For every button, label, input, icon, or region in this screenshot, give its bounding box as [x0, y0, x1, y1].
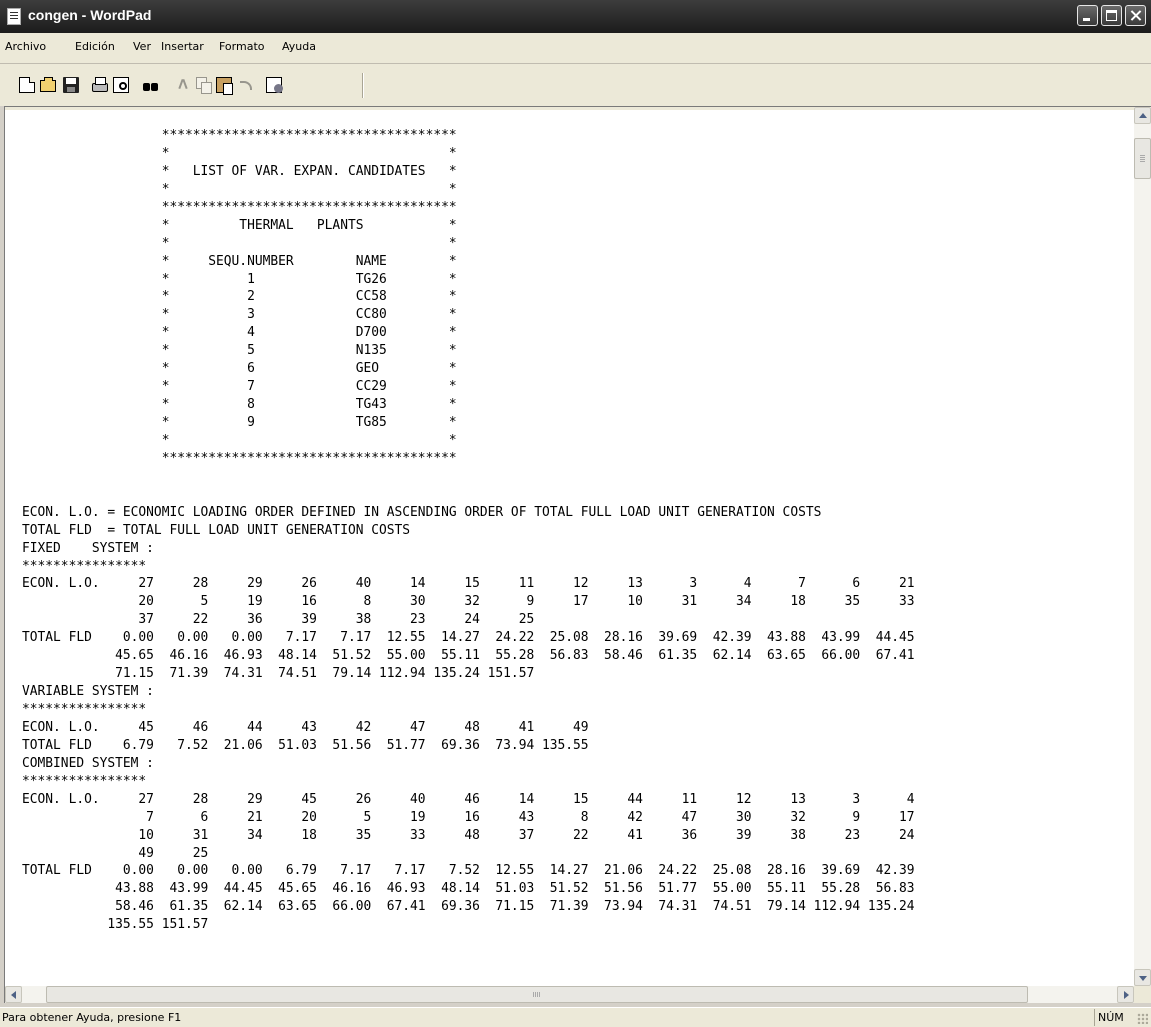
document-line: 20 5 19 16 8 30 32 9 17 10 31 34 18 35 3…: [22, 594, 915, 610]
document-top-edge: [5, 107, 1134, 110]
document-line: 71.15 71.39 74.31 74.51 79.14 112.94 135…: [22, 666, 535, 682]
document-line: ECON. L.O. 27 28 29 26 40 14 15 11 12 13…: [22, 576, 915, 592]
document-line: * 3 CC80 *: [22, 307, 457, 323]
document-line: 135.55 151.57: [22, 917, 209, 933]
document-line: 37 22 36 39 38 23 24 25: [22, 612, 535, 628]
document-line: * LIST OF VAR. EXPAN. CANDIDATES *: [22, 163, 457, 179]
document-line: * *: [22, 181, 457, 197]
document-line: ****************: [22, 702, 147, 717]
document-line: * *: [22, 235, 457, 251]
menu-archivo[interactable]: Archivo: [5, 40, 46, 53]
paste-icon[interactable]: [216, 77, 233, 95]
insert-object-icon[interactable]: [266, 77, 283, 93]
toolbar-separator: [362, 73, 364, 98]
document-line: VARIABLE SYSTEM :: [22, 684, 154, 700]
toolbar: [0, 63, 1151, 106]
document-line: TOTAL FLD 0.00 0.00 0.00 7.17 7.17 12.55…: [22, 630, 915, 646]
document-line: 45.65 46.16 46.93 48.14 51.52 55.00 55.1…: [22, 648, 915, 664]
document-line: ****************: [22, 773, 147, 789]
scrollbar-corner: [1134, 986, 1151, 1003]
document-line: * *: [22, 145, 457, 161]
document-line: TOTAL FLD 0.00 0.00 0.00 6.79 7.17 7.17 …: [22, 863, 915, 879]
horizontal-scroll-thumb[interactable]: [46, 986, 1028, 1003]
scroll-right-arrow-icon[interactable]: [1117, 986, 1134, 1003]
scroll-down-arrow-icon[interactable]: [1134, 969, 1151, 986]
document-line: ****************: [22, 558, 147, 574]
document-line: TOTAL FLD 6.79 7.52 21.06 51.03 51.56 51…: [22, 737, 589, 753]
vertical-scroll-thumb[interactable]: [1134, 138, 1151, 179]
document-line: TOTAL FLD = TOTAL FULL LOAD UNIT GENERAT…: [22, 522, 411, 538]
maximize-button[interactable]: [1101, 5, 1122, 26]
document-line: 43.88 43.99 44.45 45.65 46.16 46.93 48.1…: [22, 881, 915, 897]
print-preview-icon[interactable]: [113, 77, 129, 93]
document-line: * 6 GEO *: [22, 361, 457, 377]
document-line: 7 6 21 20 5 19 16 43 8 42 47 30 32 9 17: [22, 809, 915, 825]
scroll-up-arrow-icon[interactable]: [1134, 107, 1151, 124]
document-line: * SEQU.NUMBER NAME *: [22, 253, 457, 269]
document-line: * 9 TG85 *: [22, 415, 457, 430]
num-lock-indicator: NÚM: [1098, 1011, 1124, 1024]
document-line: ECON. L.O. 45 46 44 43 42 47 48 41 49: [22, 719, 589, 735]
title-bar[interactable]: congen - WordPad: [0, 0, 1151, 33]
status-bar: Para obtener Ayuda, presione F1 NÚM: [0, 1007, 1151, 1027]
menu-formato[interactable]: Formato: [219, 40, 265, 53]
document-line: FIXED SYSTEM :: [22, 540, 154, 556]
resize-grip-icon[interactable]: [1137, 1013, 1148, 1024]
document-line: * THERMAL PLANTS *: [22, 217, 457, 233]
document-line: **************************************: [22, 199, 457, 215]
window-title: congen - WordPad: [28, 7, 152, 23]
find-binoculars-icon[interactable]: [143, 77, 159, 93]
document-line: 10 31 34 18 35 33 48 37 22 41 36 39 38 2…: [22, 827, 915, 843]
wordpad-window: congen - WordPad Archivo Edición Ver Ins…: [0, 0, 1151, 1027]
document-line: **************************************: [22, 128, 457, 143]
copy-icon[interactable]: [196, 77, 212, 94]
menu-ver[interactable]: Ver: [133, 40, 151, 53]
print-icon[interactable]: [92, 77, 108, 92]
document-line: * 5 N135 *: [22, 343, 457, 359]
document-line: * 2 CC58 *: [22, 289, 457, 305]
new-document-icon[interactable]: [19, 77, 35, 93]
undo-icon[interactable]: [238, 77, 254, 93]
status-help-text: Para obtener Ayuda, presione F1: [2, 1011, 182, 1024]
menu-insertar[interactable]: Insertar: [161, 40, 204, 53]
open-folder-icon[interactable]: [40, 77, 56, 92]
minimize-button[interactable]: [1077, 5, 1098, 26]
menu-bar: Archivo Edición Ver Insertar Formato Ayu…: [0, 33, 1151, 63]
close-button[interactable]: [1125, 5, 1146, 26]
scroll-left-arrow-icon[interactable]: [5, 986, 22, 1003]
document-line: * *: [22, 432, 457, 448]
document-frame: ************************************** *…: [4, 106, 1151, 1003]
document-text-area[interactable]: ************************************** *…: [22, 127, 1132, 983]
menu-edicion[interactable]: Edición: [75, 40, 115, 53]
vertical-scrollbar[interactable]: [1134, 107, 1151, 986]
document-line: COMBINED SYSTEM :: [22, 755, 154, 771]
document-line: 49 25: [22, 845, 209, 861]
document-line: * 7 CC29 *: [22, 379, 457, 395]
document-line: [22, 468, 1132, 486]
document-line: * 1 TG26 *: [22, 271, 457, 287]
wordpad-document-icon[interactable]: [7, 8, 21, 25]
document-line: ECON. L.O. 27 28 29 45 26 40 46 14 15 44…: [22, 791, 915, 807]
horizontal-scrollbar[interactable]: [5, 986, 1134, 1003]
document-line: * 4 D700 *: [22, 325, 457, 341]
document-line: 58.46 61.35 62.14 63.65 66.00 67.41 69.3…: [22, 899, 915, 915]
cut-scissors-icon[interactable]: [175, 77, 191, 93]
document-line: **************************************: [22, 450, 457, 466]
document-line: * 8 TG43 *: [22, 397, 457, 413]
menu-ayuda[interactable]: Ayuda: [282, 40, 316, 53]
document-line: ECON. L.O. = ECONOMIC LOADING ORDER DEFI…: [22, 504, 822, 520]
save-disk-icon[interactable]: [63, 77, 79, 93]
document-line: [22, 486, 1132, 504]
